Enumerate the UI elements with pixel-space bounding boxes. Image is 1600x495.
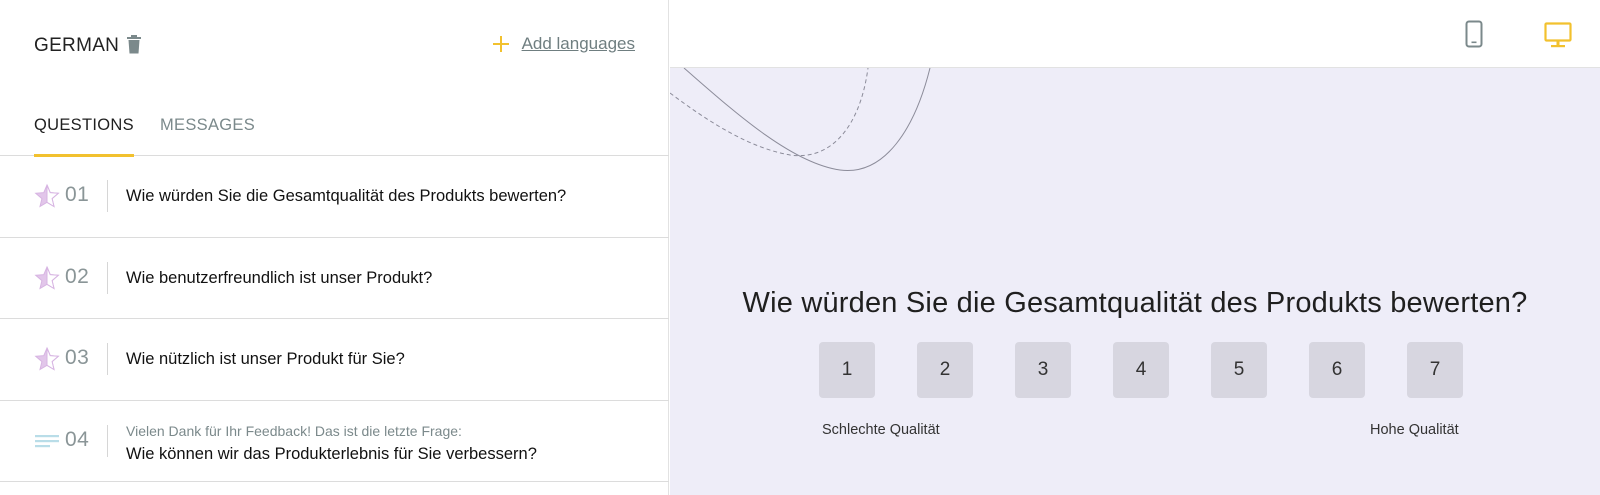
tab-bar: QUESTIONS MESSAGES	[0, 100, 669, 157]
question-number: 04	[65, 427, 90, 451]
preview-question: Wie würden Sie die Gesamtqualität des Pr…	[742, 287, 1528, 319]
scale-option[interactable]: 3	[1015, 342, 1071, 398]
star-icon	[34, 183, 60, 208]
language-title: GERMAN	[34, 35, 120, 56]
question-text: Wie würden Sie die Gesamtqualität des Pr…	[126, 187, 567, 205]
trash-icon[interactable]	[126, 35, 142, 54]
question-row[interactable]: 01 Wie würden Sie die Gesamtqualität des…	[0, 156, 669, 238]
add-languages-link[interactable]: Add languages	[522, 34, 635, 54]
text-lines-icon	[35, 434, 59, 447]
scale-option[interactable]: 5	[1211, 342, 1267, 398]
divider	[107, 261, 108, 294]
question-number: 03	[65, 346, 90, 369]
question-text: Wie nützlich ist unser Produkt für Sie?	[126, 350, 405, 368]
divider	[107, 424, 108, 457]
divider	[107, 343, 108, 375]
scale-option[interactable]: 6	[1309, 342, 1365, 398]
question-row[interactable]: 04 Vielen Dank für Ihr Feedback! Das ist…	[0, 401, 669, 482]
preview-panel: Wie würden Sie die Gesamtqualität des Pr…	[670, 0, 1600, 495]
question-number: 02	[65, 264, 90, 288]
scale-option[interactable]: 7	[1407, 342, 1463, 398]
low-label: Schlechte Qualität	[822, 422, 940, 438]
mobile-icon[interactable]	[1465, 20, 1483, 48]
question-row[interactable]: 02 Wie benutzerfreundlich ist unser Prod…	[0, 238, 669, 319]
star-icon	[34, 346, 60, 371]
divider	[107, 180, 108, 212]
desktop-icon[interactable]	[1544, 22, 1572, 48]
editor-panel: GERMAN Add languages QUESTIONS MESSAGES …	[0, 0, 669, 495]
question-number: 01	[65, 183, 90, 206]
scale-option[interactable]: 4	[1113, 342, 1169, 398]
tab-messages[interactable]: MESSAGES	[160, 116, 255, 154]
scale-option[interactable]: 1	[819, 342, 875, 398]
question-text: Wie benutzerfreundlich ist unser Produkt…	[126, 268, 433, 287]
question-list: 01 Wie würden Sie die Gesamtqualität des…	[0, 156, 669, 482]
question-row[interactable]: 03 Wie nützlich ist unser Produkt für Si…	[0, 319, 669, 401]
device-toolbar	[670, 0, 1600, 68]
question-subtext: Vielen Dank für Ihr Feedback! Das ist di…	[126, 422, 462, 439]
language-header: GERMAN Add languages	[0, 0, 669, 90]
plus-icon	[492, 36, 509, 52]
star-icon	[34, 265, 60, 290]
scale-option[interactable]: 2	[917, 342, 973, 398]
question-text: Wie können wir das Produkterlebnis für S…	[126, 444, 537, 463]
decorative-curves	[670, 68, 931, 171]
rating-scale: 1 2 3 4 5 6 7	[819, 342, 1463, 398]
add-languages-button[interactable]: Add languages	[492, 34, 635, 54]
high-label: Hohe Qualität	[1370, 422, 1459, 438]
tab-questions[interactable]: QUESTIONS	[34, 116, 134, 157]
